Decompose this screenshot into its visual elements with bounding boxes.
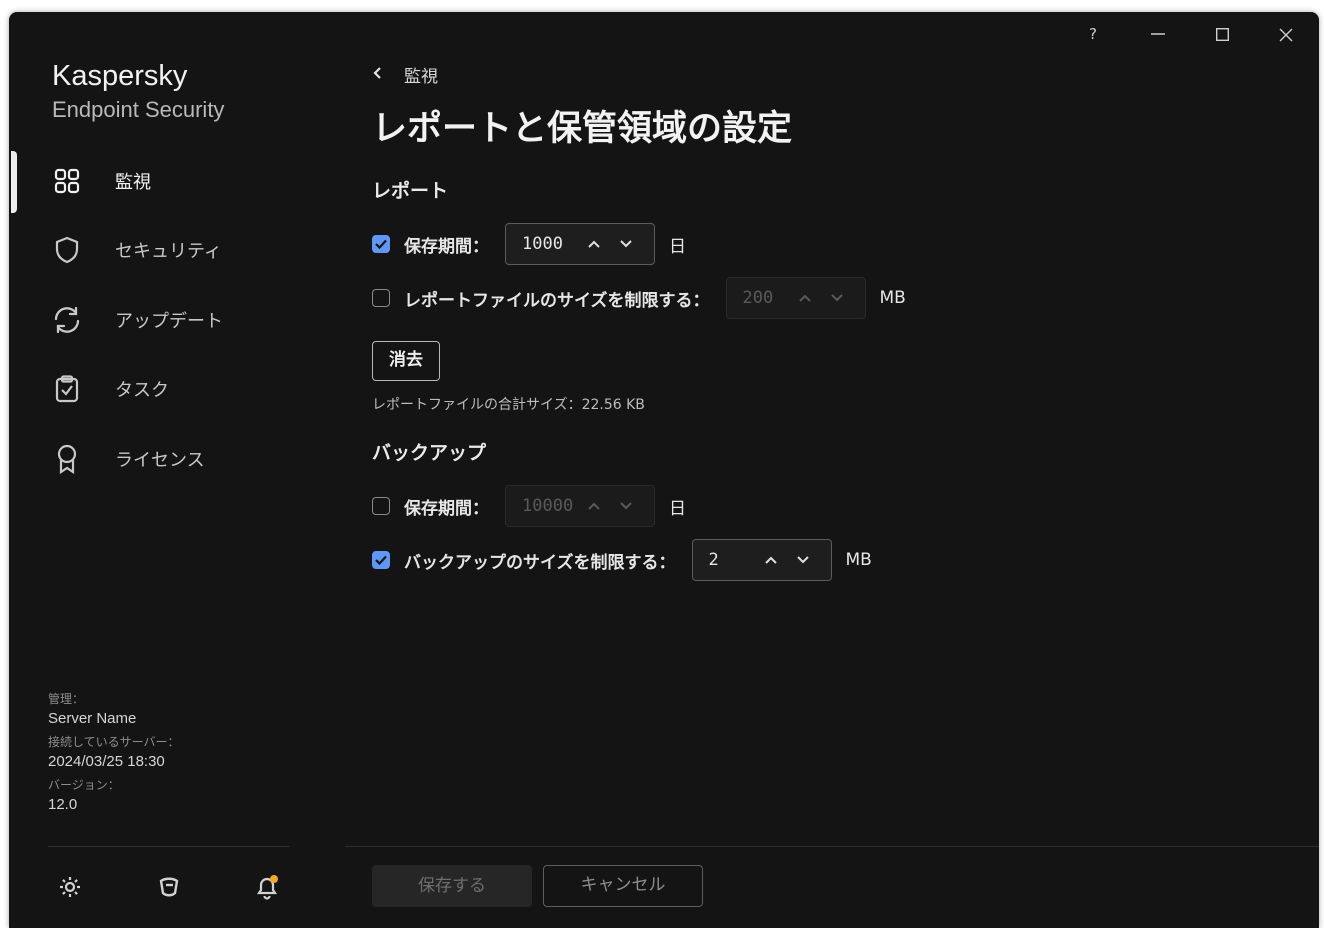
- reports-retention-row: 保存期間： 1000 日: [372, 222, 686, 266]
- stepper-value: 10000: [522, 496, 574, 516]
- sidebar-item-label: タスク: [115, 380, 169, 401]
- notifications-bell-icon[interactable]: [252, 872, 282, 902]
- sidebar-item-security[interactable]: セキュリティ: [49, 230, 289, 270]
- backup-retention-label: 保存期間：: [404, 498, 489, 519]
- chevron-down-icon: [610, 501, 642, 511]
- product-name: Endpoint Security: [52, 97, 225, 122]
- cancel-button[interactable]: キャンセル: [543, 865, 703, 907]
- sidebar-item-label: アップデート: [115, 311, 223, 332]
- clipboard-check-icon: [49, 371, 85, 407]
- reports-retention-stepper[interactable]: 1000: [505, 223, 655, 265]
- backup-retention-unit: 日: [669, 498, 686, 519]
- sidebar-item-label: ライセンス: [115, 450, 205, 471]
- brand-name: Kaspersky: [52, 60, 188, 92]
- chevron-up-icon[interactable]: [578, 239, 610, 249]
- reports-size-unit: MB: [879, 288, 906, 308]
- backup-retention-row: 保存期間： 10000 日: [372, 484, 686, 528]
- save-button[interactable]: 保存する: [372, 865, 532, 907]
- chevron-up-icon: [789, 293, 821, 303]
- version-value: 12.0: [48, 796, 78, 813]
- chevron-up-icon[interactable]: [755, 555, 787, 565]
- support-icon[interactable]: [154, 872, 184, 902]
- reports-size-stepper[interactable]: 200: [725, 277, 866, 319]
- monitoring-grid-icon: [49, 163, 85, 199]
- sidebar-item-license[interactable]: ライセンス: [49, 439, 289, 479]
- sidebar: Kaspersky Endpoint Security 監視 セキュリティ アッ…: [9, 12, 309, 928]
- chevron-down-icon[interactable]: [787, 555, 819, 565]
- refresh-icon: [49, 302, 85, 338]
- backup-size-checkbox[interactable]: [372, 551, 390, 569]
- reports-retention-label: 保存期間：: [404, 236, 489, 257]
- sidebar-item-label: 監視: [115, 172, 151, 193]
- breadcrumb[interactable]: 監視: [372, 62, 438, 87]
- backup-size-label: バックアップのサイズを制限する：: [404, 552, 676, 573]
- managed-value: Server Name: [48, 710, 137, 727]
- footer-divider: [345, 846, 1319, 847]
- sidebar-item-monitoring[interactable]: 監視: [49, 161, 289, 201]
- clear-reports-button[interactable]: 消去: [372, 341, 440, 381]
- backup-heading: バックアップ: [372, 442, 487, 464]
- reports-retention-checkbox[interactable]: [372, 235, 390, 253]
- reports-size-row: レポートファイルのサイズを制限する： 200 MB: [372, 276, 906, 320]
- backup-retention-checkbox[interactable]: [372, 497, 390, 515]
- shield-icon: [49, 232, 85, 268]
- active-indicator: [11, 151, 17, 213]
- sidebar-item-tasks[interactable]: タスク: [49, 369, 289, 409]
- sidebar-item-label: セキュリティ: [115, 241, 222, 262]
- backup-size-stepper[interactable]: 2: [691, 539, 832, 581]
- close-button[interactable]: [1266, 22, 1306, 46]
- maximize-button[interactable]: [1202, 22, 1242, 46]
- stepper-value: 1000: [522, 234, 563, 254]
- chevron-left-icon: [372, 65, 394, 85]
- reports-retention-unit: 日: [669, 236, 686, 257]
- backup-size-row: バックアップのサイズを制限する： 2 MB: [372, 538, 872, 582]
- reports-size-checkbox[interactable]: [372, 289, 390, 307]
- chevron-down-icon[interactable]: [610, 239, 642, 249]
- minimize-button[interactable]: [1138, 22, 1178, 46]
- sidebar-divider: [48, 846, 289, 847]
- reports-heading: レポート: [372, 180, 449, 202]
- reports-size-label: レポートファイルのサイズを制限する：: [404, 290, 710, 311]
- managed-label: 管理：: [48, 692, 85, 706]
- stepper-value: 200: [742, 288, 774, 308]
- stepper-value: 2: [708, 550, 719, 570]
- reports-total-size: レポートファイルの合計サイズ：22.56 KB: [372, 397, 645, 413]
- version-label: バージョン：: [48, 778, 120, 792]
- connected-value: 2024/03/25 18:30: [48, 753, 165, 770]
- license-ribbon-icon: [49, 441, 85, 477]
- backup-retention-stepper[interactable]: 10000: [505, 485, 655, 527]
- app-window: ? Kaspersky Endpoint Security 監視 セキュリティ …: [9, 12, 1319, 928]
- connected-label: 接続しているサーバー：: [48, 735, 180, 749]
- chevron-down-icon: [821, 293, 853, 303]
- sidebar-item-update[interactable]: アップデート: [49, 300, 289, 340]
- chevron-up-icon: [578, 501, 610, 511]
- help-button[interactable]: ?: [1073, 22, 1113, 46]
- settings-gear-icon[interactable]: [55, 872, 85, 902]
- page-title: レポートと保管領域の設定: [372, 109, 793, 149]
- backup-size-unit: MB: [845, 550, 872, 570]
- breadcrumb-label: 監視: [404, 67, 438, 87]
